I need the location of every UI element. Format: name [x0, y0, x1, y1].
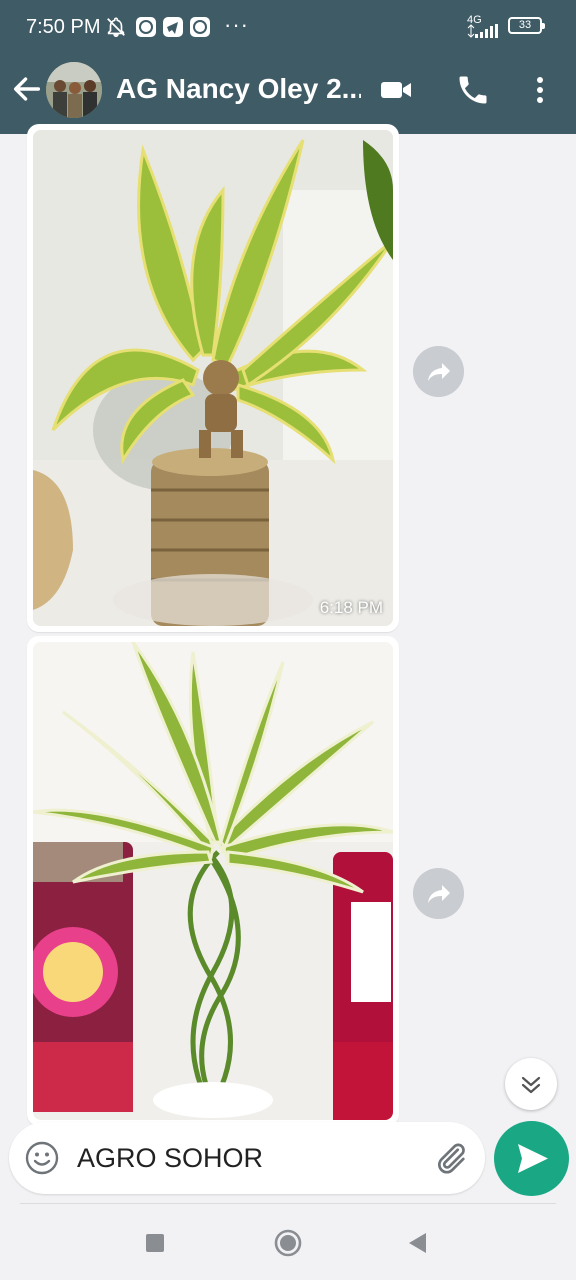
message-composer	[9, 1122, 485, 1194]
signal-strength-icon	[467, 24, 498, 38]
emoji-icon[interactable]	[25, 1141, 59, 1175]
forward-icon[interactable]	[413, 346, 464, 397]
chat-header: AG Nancy Oley 2...	[0, 56, 576, 134]
whatsapp-notification-icon	[136, 17, 156, 37]
message-photo[interactable]: 6:18 PM	[33, 130, 393, 626]
home-icon[interactable]	[273, 1228, 303, 1258]
send-button[interactable]	[494, 1121, 569, 1196]
braided-plant-photo	[33, 642, 393, 1120]
forward-icon[interactable]	[413, 868, 464, 919]
back-arrow-icon[interactable]	[10, 72, 44, 106]
send-icon	[518, 1144, 548, 1173]
double-chevron-down-icon	[521, 1076, 541, 1094]
recents-icon[interactable]	[140, 1228, 170, 1258]
message-photo[interactable]	[33, 642, 393, 1120]
video-call-icon[interactable]	[378, 72, 414, 108]
more-vert-icon[interactable]	[522, 72, 558, 108]
top-bar: 7:50 PM ··· 4G 33 AG Nancy Oley 2...	[0, 0, 576, 134]
battery-level: 33	[518, 19, 532, 31]
status-bar: 7:50 PM ··· 4G 33	[0, 0, 576, 56]
system-navigation-bar	[0, 1204, 576, 1280]
attach-icon[interactable]	[433, 1140, 469, 1176]
image-message[interactable]: 6:18 PM	[27, 124, 399, 632]
more-notifications-indicator: ···	[224, 12, 249, 37]
phone-call-icon[interactable]	[455, 72, 491, 108]
avatar[interactable]	[46, 62, 102, 118]
status-time: 7:50 PM	[26, 16, 101, 38]
chat-title[interactable]: AG Nancy Oley 2...	[116, 73, 361, 105]
plant-photo	[33, 130, 393, 626]
avatar-photo	[46, 62, 102, 118]
battery-indicator: 33	[508, 17, 545, 34]
message-timestamp: 6:18 PM	[319, 598, 383, 617]
scroll-to-bottom-button[interactable]	[505, 1058, 557, 1110]
whatsapp-notification-icon	[190, 17, 210, 37]
telegram-notification-icon	[163, 17, 183, 37]
image-message[interactable]	[27, 636, 399, 1126]
mute-notification-icon	[107, 17, 125, 37]
message-input[interactable]	[77, 1138, 417, 1178]
back-icon[interactable]	[403, 1228, 433, 1258]
